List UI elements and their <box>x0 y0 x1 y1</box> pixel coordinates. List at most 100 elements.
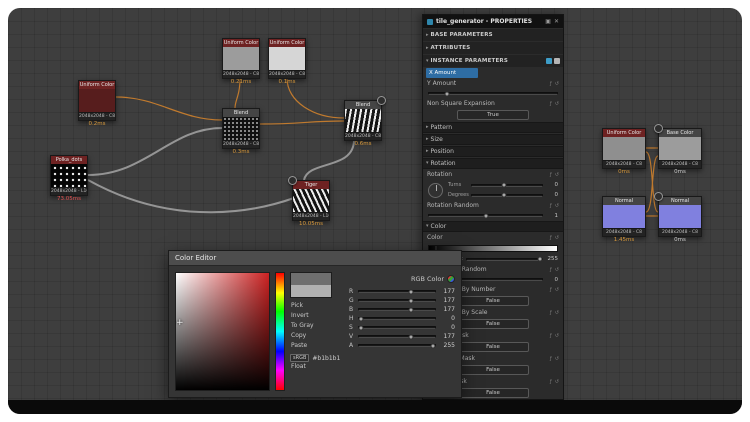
color-editor-paste-button[interactable]: Paste <box>290 341 344 351</box>
slider-track[interactable] <box>358 299 436 302</box>
graph-node-uniform-color-2[interactable]: Uniform Color2048x2048 - C80.1ms <box>268 38 306 79</box>
slider-handle[interactable] <box>501 193 506 198</box>
graph-node-blend-2[interactable]: Blend2048x2048 - C80.6ms <box>344 100 382 141</box>
srgb-toggle[interactable]: sRGB <box>290 354 309 362</box>
reset-icon[interactable]: ↺ <box>555 203 559 209</box>
function-icon[interactable]: ƒ <box>550 356 552 362</box>
slider-handle[interactable] <box>483 213 488 218</box>
close-icon[interactable]: ✕ <box>554 19 559 25</box>
graph-node-uniform-color-1[interactable]: Uniform Color2048x2048 - C80.21ms <box>222 38 260 79</box>
non-square-expansion-toggle[interactable]: True <box>457 110 529 120</box>
subsection-size[interactable]: ▸Size <box>423 134 563 145</box>
float-toggle[interactable]: Float <box>290 362 344 372</box>
reset-icon[interactable]: ↺ <box>555 333 559 339</box>
slider-handle[interactable] <box>444 91 449 96</box>
subsection-color[interactable]: ▾Color <box>423 221 563 232</box>
slider-track[interactable] <box>358 290 436 293</box>
connection-wire[interactable] <box>260 121 344 124</box>
luminance-by-scale-toggle[interactable]: False <box>457 319 529 329</box>
luminance-by-number-toggle[interactable]: False <box>457 296 529 306</box>
color-editor-copy-button[interactable]: Copy <box>290 331 344 341</box>
node-output-badge[interactable] <box>377 96 386 105</box>
subsection-position[interactable]: ▸Position <box>423 146 563 157</box>
slider-track[interactable] <box>471 184 543 187</box>
graph-node-normal-2[interactable]: Normal2048x2048 - C80ms <box>658 196 702 237</box>
hue-strip[interactable] <box>275 272 285 391</box>
slider-track[interactable] <box>358 335 436 338</box>
color-editor-title[interactable]: Color Editor <box>169 251 461 266</box>
vertical-mask-toggle[interactable]: False <box>457 388 529 398</box>
slider-track[interactable] <box>358 317 436 320</box>
rotation-dial[interactable] <box>428 183 443 198</box>
slider-handle[interactable] <box>409 334 414 339</box>
function-icon[interactable]: ƒ <box>550 267 552 273</box>
section-attributes[interactable]: ▸ATTRIBUTES <box>423 42 563 54</box>
connection-wire[interactable] <box>88 180 294 212</box>
node-output-badge[interactable] <box>654 192 663 201</box>
slider-track[interactable] <box>358 326 436 329</box>
color-mode-icon[interactable] <box>447 275 455 283</box>
function-icon[interactable]: ƒ <box>550 287 552 293</box>
slider-track[interactable] <box>358 308 436 311</box>
reset-icon[interactable]: ↺ <box>555 379 559 385</box>
graph-node-uniform-color-4[interactable]: Uniform Color2048x2048 - C80ms <box>602 128 646 169</box>
color-editor-to-gray-button[interactable]: To Gray <box>290 321 344 331</box>
function-icon[interactable]: ƒ <box>550 379 552 385</box>
reset-icon[interactable]: ↺ <box>555 310 559 316</box>
slider-track[interactable] <box>358 344 436 347</box>
list-icon[interactable] <box>554 58 560 64</box>
connection-wire[interactable] <box>88 128 222 175</box>
checker-mask-toggle[interactable]: False <box>457 342 529 352</box>
graph-node-tiger[interactable]: Tiger2048x2048 - L1610.05ms <box>292 180 330 221</box>
connection-wire[interactable] <box>116 97 222 120</box>
reset-icon[interactable]: ↺ <box>555 287 559 293</box>
function-icon[interactable]: ƒ <box>550 81 552 87</box>
preset-icon[interactable] <box>546 58 552 64</box>
slider-track[interactable] <box>471 194 543 197</box>
slider-handle[interactable] <box>409 298 414 303</box>
reset-icon[interactable]: ↺ <box>555 235 559 241</box>
graph-node-base-color[interactable]: Base Color2048x2048 - C80ms <box>658 128 702 169</box>
graph-node-uniform-color-3[interactable]: Uniform Color2048x2048 - C80.2ms <box>78 80 116 121</box>
subsection-rotation[interactable]: ▾Rotation <box>423 158 563 169</box>
connection-wire[interactable] <box>646 156 658 212</box>
picker-crosshair-icon[interactable]: + <box>176 322 184 324</box>
graph-node-normal-1[interactable]: Normal2048x2048 - C81.45ms <box>602 196 646 237</box>
graph-node-polka-dots[interactable]: Polka_dots2048x2048 - L1673.05ms <box>50 155 88 196</box>
slider-handle[interactable] <box>358 325 363 330</box>
slider-track[interactable] <box>428 92 558 95</box>
color-mode-label[interactable]: RGB Color <box>411 275 444 283</box>
function-icon[interactable]: ƒ <box>550 101 552 107</box>
saturation-value-picker[interactable]: + <box>175 272 270 391</box>
function-icon[interactable]: ƒ <box>550 333 552 339</box>
section-base-parameters[interactable]: ▸BASE PARAMETERS <box>423 29 563 41</box>
selected-parameter-x-amount[interactable]: X Amount <box>426 68 478 78</box>
slider-handle[interactable] <box>409 289 414 294</box>
slider-handle[interactable] <box>431 343 436 348</box>
section-instance-parameters[interactable]: ▾INSTANCE PARAMETERS <box>423 55 563 67</box>
slider-handle[interactable] <box>358 316 363 321</box>
function-icon[interactable]: ƒ <box>550 235 552 241</box>
slider-track[interactable] <box>428 214 543 217</box>
slider-handle[interactable] <box>501 183 506 188</box>
reset-icon[interactable]: ↺ <box>555 356 559 362</box>
function-icon[interactable]: ƒ <box>550 172 552 178</box>
slider-handle[interactable] <box>537 257 542 262</box>
slider-track[interactable] <box>466 258 543 261</box>
node-output-badge[interactable] <box>288 176 297 185</box>
function-icon[interactable]: ƒ <box>550 203 552 209</box>
pin-icon[interactable]: ▣ <box>545 19 551 25</box>
function-icon[interactable]: ƒ <box>550 310 552 316</box>
reset-icon[interactable]: ↺ <box>555 267 559 273</box>
horizontal-mask-toggle[interactable]: False <box>457 365 529 375</box>
graph-node-blend-1[interactable]: Blend2048x2048 - C80.3ms <box>222 108 260 149</box>
slider-handle[interactable] <box>409 307 414 312</box>
color-editor-invert-button[interactable]: Invert <box>290 311 344 321</box>
hex-value[interactable]: #b1b1b1 <box>312 355 340 362</box>
reset-icon[interactable]: ↺ <box>555 172 559 178</box>
node-output-badge[interactable] <box>654 124 663 133</box>
subsection-pattern[interactable]: ▸Pattern <box>423 122 563 133</box>
reset-icon[interactable]: ↺ <box>555 101 559 107</box>
color-editor-pick-button[interactable]: Pick <box>290 301 344 311</box>
reset-icon[interactable]: ↺ <box>555 81 559 87</box>
